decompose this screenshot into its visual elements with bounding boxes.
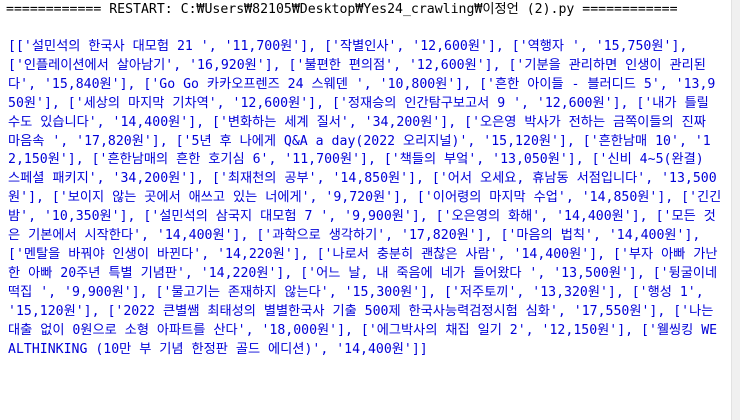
vertical-scrollbar[interactable] bbox=[731, 0, 740, 420]
shell-output-area[interactable]: ============ RESTART: C:₩Users₩82105₩Des… bbox=[0, 0, 731, 420]
program-output: [['설민석의 한국사 대모험 21 ', '11,700원'], ['작별인사… bbox=[8, 39, 726, 357]
restart-banner: ============ RESTART: C:₩Users₩82105₩Des… bbox=[6, 2, 678, 17]
